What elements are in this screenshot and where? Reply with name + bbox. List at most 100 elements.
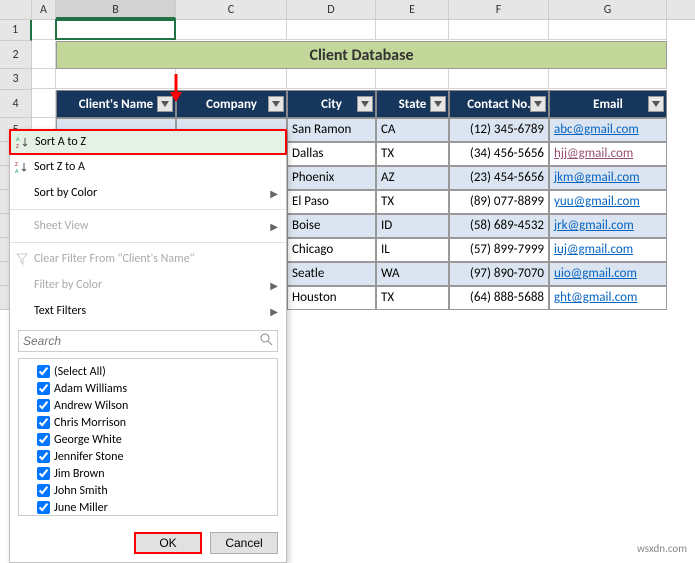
cell-contact[interactable]: (57) 899-7999 xyxy=(449,238,549,262)
email-link[interactable]: hjj@gmail.com xyxy=(554,146,633,161)
filter-checkbox[interactable] xyxy=(37,433,50,446)
filter-check-item[interactable]: June Miller xyxy=(23,499,273,516)
col-header-e[interactable]: E xyxy=(376,0,449,19)
cell-state[interactable]: IL xyxy=(376,238,449,262)
cell-contact[interactable]: (89) 077-8899 xyxy=(449,190,549,214)
cell-city[interactable]: Seatle xyxy=(287,262,376,286)
cell[interactable] xyxy=(287,69,376,89)
row-header-3[interactable]: 3 xyxy=(0,69,32,90)
cell-state[interactable]: TX xyxy=(376,190,449,214)
cell[interactable] xyxy=(376,69,449,89)
filter-checkbox[interactable] xyxy=(37,382,50,395)
header-clients-name[interactable]: Client's Name xyxy=(56,90,176,118)
cell[interactable] xyxy=(176,69,287,89)
filter-button-city[interactable] xyxy=(357,96,373,112)
filter-search-input[interactable] xyxy=(23,334,259,348)
cell-contact[interactable]: (12) 345-6789 xyxy=(449,118,549,142)
cell-state[interactable]: TX xyxy=(376,286,449,310)
cell-state[interactable]: CA xyxy=(376,118,449,142)
row-header-1[interactable]: 1 xyxy=(0,20,32,41)
cell[interactable] xyxy=(449,69,549,89)
header-city[interactable]: City xyxy=(287,90,376,118)
filter-checkbox[interactable] xyxy=(37,399,50,412)
col-header-f[interactable]: F xyxy=(449,0,549,19)
email-link[interactable]: jkm@gmail.com xyxy=(554,170,640,185)
cancel-button[interactable]: Cancel xyxy=(210,532,278,554)
cell[interactable] xyxy=(287,20,376,40)
cell-state[interactable]: ID xyxy=(376,214,449,238)
cell[interactable] xyxy=(176,20,287,40)
cell[interactable] xyxy=(376,20,449,40)
cell-contact[interactable]: (97) 890-7070 xyxy=(449,262,549,286)
col-header-g[interactable]: G xyxy=(549,0,667,19)
cell-state[interactable]: TX xyxy=(376,142,449,166)
col-header-d[interactable]: D xyxy=(287,0,376,19)
cell-state[interactable]: AZ xyxy=(376,166,449,190)
filter-checklist[interactable]: (Select All)Adam WilliamsAndrew WilsonCh… xyxy=(18,358,278,516)
cell-city[interactable]: Houston xyxy=(287,286,376,310)
filter-check-item[interactable]: (Select All) xyxy=(23,363,273,380)
cell-state[interactable]: WA xyxy=(376,262,449,286)
cell-city[interactable]: San Ramon xyxy=(287,118,376,142)
cell-contact[interactable]: (58) 689-4532 xyxy=(449,214,549,238)
email-link[interactable]: jrk@gmail.com xyxy=(554,218,634,233)
filter-checkbox[interactable] xyxy=(37,416,50,429)
filter-checkbox[interactable] xyxy=(37,467,50,480)
filter-check-item[interactable]: George White xyxy=(23,431,273,448)
header-company[interactable]: Company xyxy=(176,90,287,118)
cell-city[interactable]: Boise xyxy=(287,214,376,238)
cell-email[interactable]: iuj@gmail.com xyxy=(549,238,667,262)
header-contact[interactable]: Contact No. xyxy=(449,90,549,118)
cell-email[interactable]: ght@gmail.com xyxy=(549,286,667,310)
filter-checkbox[interactable] xyxy=(37,450,50,463)
title-cell[interactable]: Client Database xyxy=(56,41,667,69)
filter-checkbox[interactable] xyxy=(37,365,50,378)
select-all-corner[interactable] xyxy=(0,0,32,19)
cell[interactable] xyxy=(549,20,667,40)
cell-email[interactable]: jkm@gmail.com xyxy=(549,166,667,190)
filter-button-state[interactable] xyxy=(430,96,446,112)
cell[interactable] xyxy=(449,20,549,40)
filter-check-item[interactable]: Andrew Wilson xyxy=(23,397,273,414)
cell-contact[interactable]: (34) 456-5656 xyxy=(449,142,549,166)
ok-button[interactable]: OK xyxy=(134,532,202,554)
cell[interactable] xyxy=(32,90,56,118)
cell-city[interactable]: Phoenix xyxy=(287,166,376,190)
menu-sort-color[interactable]: Sort by Color ▶ xyxy=(10,180,286,206)
col-header-a[interactable]: A xyxy=(32,0,56,19)
cell-city[interactable]: Dallas xyxy=(287,142,376,166)
filter-checkbox[interactable] xyxy=(37,484,50,497)
cell-email[interactable]: jrk@gmail.com xyxy=(549,214,667,238)
email-link[interactable]: ght@gmail.com xyxy=(554,290,637,305)
cell[interactable] xyxy=(32,41,56,69)
filter-check-item[interactable]: Jim Brown xyxy=(23,465,273,482)
filter-check-item[interactable]: John Smith xyxy=(23,482,273,499)
cell[interactable] xyxy=(56,20,176,40)
cell[interactable] xyxy=(32,69,56,89)
cell-email[interactable]: hjj@gmail.com xyxy=(549,142,667,166)
cell-city[interactable]: El Paso xyxy=(287,190,376,214)
cell-email[interactable]: abc@gmail.com xyxy=(549,118,667,142)
email-link[interactable]: uio@gmail.com xyxy=(554,266,637,281)
row-header-4[interactable]: 4 xyxy=(0,90,32,118)
col-header-c[interactable]: C xyxy=(176,0,287,19)
col-header-b[interactable]: B xyxy=(56,0,176,19)
row-header-2[interactable]: 2 xyxy=(0,41,32,69)
filter-button-company[interactable] xyxy=(268,96,284,112)
cell-contact[interactable]: (64) 888-5688 xyxy=(449,286,549,310)
email-link[interactable]: abc@gmail.com xyxy=(554,122,639,137)
menu-sort-az[interactable]: AZ Sort A to Z xyxy=(9,129,287,155)
cell[interactable] xyxy=(549,69,667,89)
email-link[interactable]: yuu@gmail.com xyxy=(554,194,640,209)
filter-check-item[interactable]: Adam Williams xyxy=(23,380,273,397)
filter-checkbox[interactable] xyxy=(37,501,50,514)
cell-email[interactable]: yuu@gmail.com xyxy=(549,190,667,214)
cell-contact[interactable]: (23) 454-5656 xyxy=(449,166,549,190)
cell[interactable] xyxy=(56,69,176,89)
cell-city[interactable]: Chicago xyxy=(287,238,376,262)
filter-search-box[interactable] xyxy=(18,330,278,352)
filter-button-email[interactable] xyxy=(648,96,664,112)
filter-check-item[interactable]: Chris Morrison xyxy=(23,414,273,431)
menu-text-filters[interactable]: Text Filters ▶ xyxy=(10,298,286,324)
cell[interactable] xyxy=(32,20,56,40)
